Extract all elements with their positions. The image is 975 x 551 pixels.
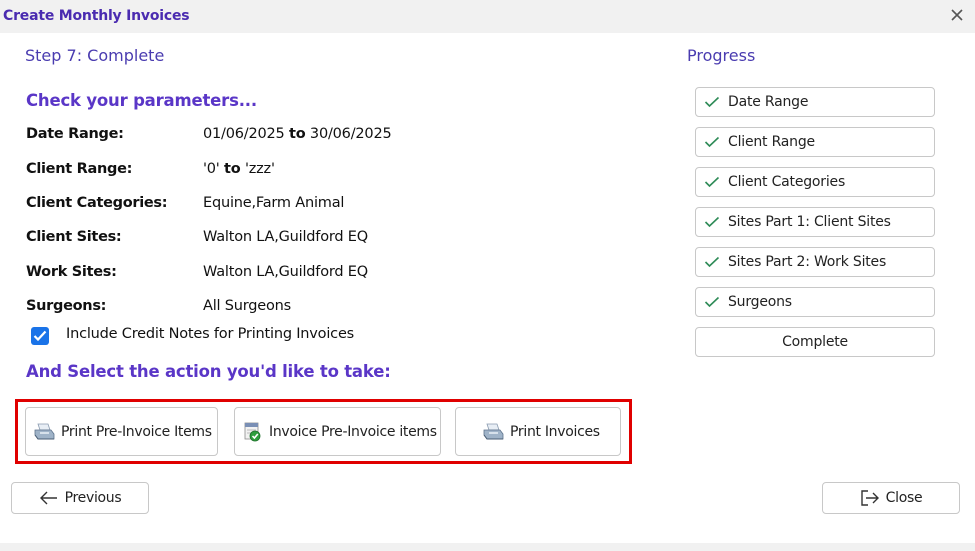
close-button[interactable]: Close xyxy=(822,482,960,514)
title-bar: Create Monthly Invoices xyxy=(0,0,975,33)
step-title: Step 7: Complete xyxy=(25,46,165,65)
client-range-label: Client Range: xyxy=(26,161,133,177)
date-range-label: Date Range: xyxy=(26,126,124,142)
client-sites-label: Client Sites: xyxy=(26,229,122,245)
printer-icon xyxy=(483,423,504,439)
progress-item-label: Client Range xyxy=(728,134,815,150)
invoice-pre-invoice-items-label: Invoice Pre-Invoice items xyxy=(269,423,437,440)
progress-item-label: Surgeons xyxy=(728,294,792,310)
checkmark-icon xyxy=(33,330,47,342)
progress-item-label: Sites Part 2: Work Sites xyxy=(728,254,887,270)
window-title: Create Monthly Invoices xyxy=(3,8,190,24)
check-icon xyxy=(704,296,720,308)
progress-client-sites[interactable]: Sites Part 1: Client Sites xyxy=(695,207,935,237)
check-parameters-heading: Check your parameters... xyxy=(26,91,257,110)
progress-item-label: Date Range xyxy=(728,94,809,110)
progress-title: Progress xyxy=(687,46,756,65)
progress-item-label: Complete xyxy=(782,334,848,350)
previous-label: Previous xyxy=(64,490,122,506)
progress-date-range[interactable]: Date Range xyxy=(695,87,935,117)
print-invoices-button[interactable]: Print Invoices xyxy=(455,407,621,456)
printer-icon xyxy=(34,423,55,439)
include-credit-notes-label[interactable]: Include Credit Notes for Printing Invoic… xyxy=(66,326,354,342)
check-icon xyxy=(704,216,720,228)
progress-client-range[interactable]: Client Range xyxy=(695,127,935,157)
check-icon xyxy=(704,176,720,188)
include-credit-notes-checkbox[interactable] xyxy=(31,327,49,345)
progress-item-label: Sites Part 1: Client Sites xyxy=(728,214,891,230)
close-label: Close xyxy=(885,490,923,506)
print-invoices-label: Print Invoices xyxy=(510,423,600,440)
invoice-pre-invoice-items-button[interactable]: Invoice Pre-Invoice items xyxy=(234,407,441,456)
client-categories-label: Client Categories: xyxy=(26,195,168,211)
progress-surgeons[interactable]: Surgeons xyxy=(695,287,935,317)
exit-icon xyxy=(860,490,879,506)
bottom-border xyxy=(0,543,975,551)
check-icon xyxy=(704,256,720,268)
client-sites-value: Walton LA,Guildford EQ xyxy=(203,229,368,245)
close-icon[interactable] xyxy=(949,7,965,23)
invoice-approve-icon xyxy=(244,422,261,441)
previous-button[interactable]: Previous xyxy=(11,482,149,514)
progress-complete[interactable]: Complete xyxy=(695,327,935,357)
progress-work-sites[interactable]: Sites Part 2: Work Sites xyxy=(695,247,935,277)
work-sites-label: Work Sites: xyxy=(26,264,117,280)
progress-item-label: Client Categories xyxy=(728,174,846,190)
surgeons-value: All Surgeons xyxy=(203,298,292,314)
progress-client-categories[interactable]: Client Categories xyxy=(695,167,935,197)
select-action-heading: And Select the action you'd like to take… xyxy=(26,362,391,381)
client-categories-value: Equine,Farm Animal xyxy=(203,195,345,211)
surgeons-label: Surgeons: xyxy=(26,298,107,314)
arrow-left-icon xyxy=(39,491,57,505)
print-pre-invoice-items-label: Print Pre-Invoice Items xyxy=(61,423,212,440)
check-icon xyxy=(704,96,720,108)
print-pre-invoice-items-button[interactable]: Print Pre-Invoice Items xyxy=(25,407,218,456)
date-range-value: 01/06/2025 to 30/06/2025 xyxy=(203,126,392,142)
check-icon xyxy=(704,136,720,148)
work-sites-value: Walton LA,Guildford EQ xyxy=(203,264,368,280)
client-range-value: '0' to 'zzz' xyxy=(203,161,275,177)
